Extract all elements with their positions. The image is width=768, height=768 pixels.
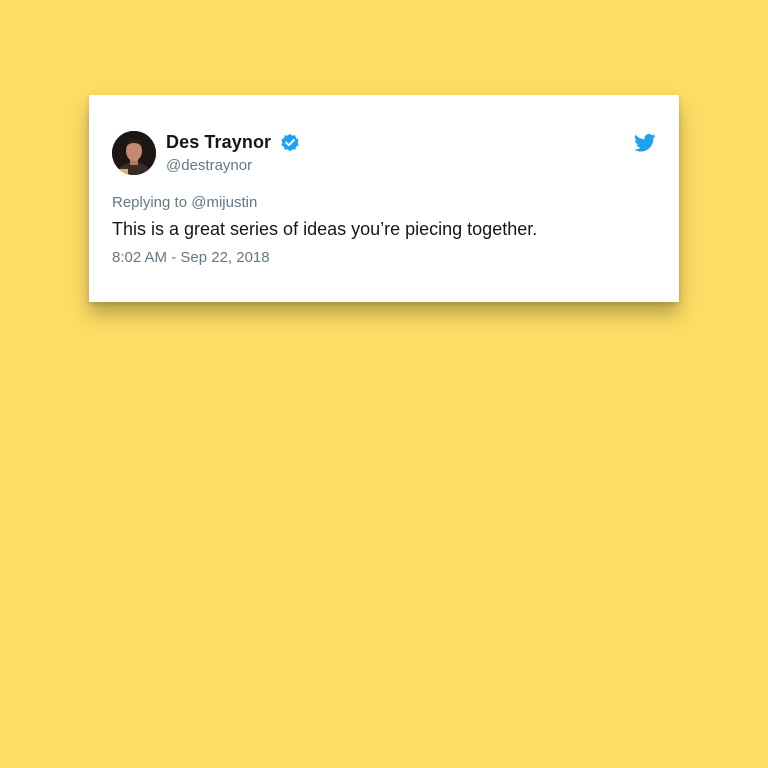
author-handle[interactable]: @destraynor (166, 157, 252, 174)
author-display-name[interactable]: Des Traynor (166, 132, 271, 153)
reply-prefix: Replying to (112, 194, 192, 211)
tweet-timestamp[interactable]: 8:02 AM - Sep 22, 2018 (112, 249, 270, 266)
tweet-text: This is a great series of ideas you’re p… (112, 219, 538, 239)
user-avatar-icon (112, 131, 156, 175)
twitter-bird-icon[interactable] (634, 133, 656, 153)
tweet-card: Des Traynor @destraynor Replying to @mij… (89, 95, 679, 302)
avatar[interactable] (112, 131, 156, 175)
reply-to-handle[interactable]: @mijustin (191, 194, 257, 211)
verified-badge-icon (280, 133, 300, 153)
reply-context: Replying to @mijustin (112, 194, 257, 211)
